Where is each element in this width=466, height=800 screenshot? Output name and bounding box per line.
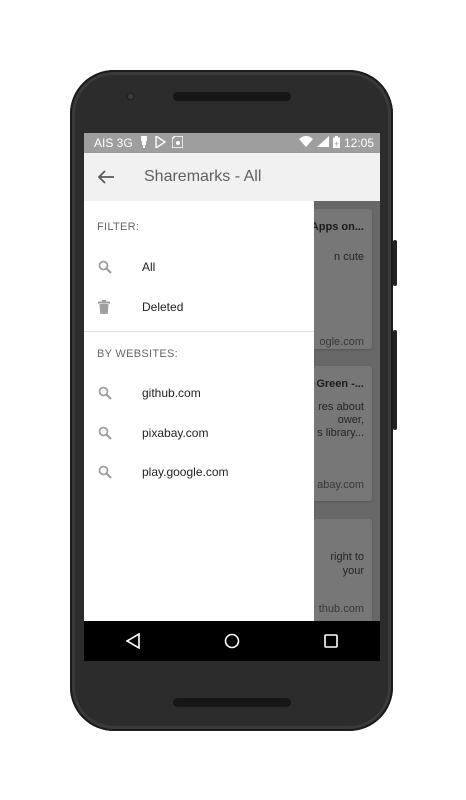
website-item-pixabay[interactable]: pixabay.com [84,413,314,453]
svg-text:+: + [334,140,340,148]
website-item-label: pixabay.com [142,426,209,440]
play-store-icon [154,134,166,151]
system-nav-bar [84,621,380,661]
battery-icon: + [332,135,340,151]
home-circle-icon [224,633,240,649]
website-item-label: github.com [142,386,201,400]
website-item-github[interactable]: github.com [84,373,314,413]
nav-recents-button[interactable] [311,621,351,661]
navigation-drawer: FILTER: All Deleted BY WEBSITES: github.… [84,201,314,621]
bottom-speaker-grille [173,698,291,707]
filter-item-label: All [142,260,156,274]
clock: 12:05 [343,136,374,150]
power-button [393,240,397,286]
phone-screen: AIS 3G + 12:05 Sharemarks - All Apps on.… [84,133,380,661]
nav-home-button[interactable] [212,621,252,661]
search-icon [98,386,112,400]
nav-back-button[interactable] [113,621,153,661]
filter-item-label: Deleted [142,300,184,314]
search-icon [98,465,112,479]
volume-button [393,330,397,430]
search-icon [98,260,112,274]
back-triangle-icon [126,633,141,649]
carrier-label: AIS 3G [94,136,133,150]
app-bar: Sharemarks - All [84,153,380,201]
top-speaker-grille [173,92,291,101]
sd-card-icon [170,134,184,151]
filter-header: FILTER: [97,221,140,233]
page-title: Sharemarks - All [144,168,262,185]
website-item-label: play.google.com [142,465,229,479]
status-bar: AIS 3G + 12:05 [84,133,380,153]
drawer-divider [84,331,314,332]
back-button[interactable] [84,153,128,201]
website-item-play-google[interactable]: play.google.com [84,452,314,492]
usb-icon [139,135,149,151]
filter-item-deleted[interactable]: Deleted [84,287,314,327]
recents-square-icon [323,634,338,648]
front-camera [126,92,135,101]
websites-header: BY WEBSITES: [97,348,179,360]
search-icon [98,426,112,440]
arrow-back-icon [98,170,114,184]
signal-icon [316,136,329,150]
wifi-icon [298,136,313,150]
trash-icon [98,300,110,314]
filter-item-all[interactable]: All [84,247,314,287]
